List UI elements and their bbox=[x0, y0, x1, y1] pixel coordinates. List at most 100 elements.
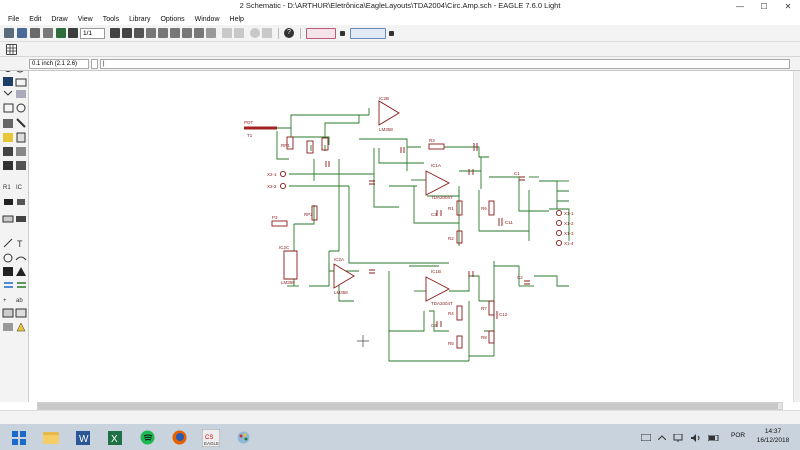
script-icon[interactable] bbox=[110, 28, 120, 38]
secondary-toolbar bbox=[0, 42, 800, 57]
connector-out-2: X1-2 bbox=[564, 221, 574, 226]
schematic-canvas[interactable]: POT T1 IC2B LM358 IC1A TDA2004T IC1B TDA… bbox=[29, 71, 793, 402]
r7-label: R7 bbox=[481, 306, 487, 311]
menu-options[interactable]: Options bbox=[155, 16, 189, 23]
r6-label: R6 bbox=[481, 206, 487, 211]
vertical-scrollbar[interactable] bbox=[793, 71, 800, 402]
group-icon bbox=[3, 119, 13, 128]
save-icon[interactable] bbox=[17, 28, 27, 38]
tool-icons: R1 IC T + ab bbox=[2, 63, 27, 332]
window-controls: — ☐ ✕ bbox=[728, 0, 800, 13]
svg-text:X: X bbox=[111, 434, 118, 445]
copy-icon bbox=[16, 90, 26, 98]
zoom-area-icon[interactable] bbox=[170, 28, 180, 38]
paste-icon bbox=[3, 133, 13, 142]
firefox-icon[interactable] bbox=[164, 427, 194, 448]
replace-icon bbox=[16, 147, 26, 156]
menu-view[interactable]: View bbox=[73, 16, 98, 23]
opamp-mid-name: IC2A bbox=[334, 257, 344, 262]
menu-tools[interactable]: Tools bbox=[98, 16, 124, 23]
command-input[interactable]: | bbox=[100, 59, 790, 69]
amp-b-label: TDA2004T bbox=[431, 301, 453, 306]
keyboard-icon[interactable] bbox=[640, 427, 652, 448]
zoom-out-icon[interactable] bbox=[158, 28, 168, 38]
opamp-top-name: IC2B bbox=[379, 96, 389, 101]
menu-file[interactable]: File bbox=[3, 16, 24, 23]
sheet-select[interactable]: 1/1 bbox=[80, 28, 105, 39]
svg-text:EAGLE: EAGLE bbox=[204, 441, 219, 446]
layer-icon bbox=[3, 77, 13, 86]
volume-icon[interactable] bbox=[690, 427, 702, 448]
chevron-down-icon[interactable] bbox=[389, 31, 394, 36]
chevron-up-icon[interactable] bbox=[656, 427, 668, 448]
horizontal-scrollbar[interactable] bbox=[37, 402, 783, 410]
explorer-icon[interactable] bbox=[36, 427, 66, 448]
board-icon[interactable] bbox=[56, 28, 66, 38]
excel-icon[interactable]: X bbox=[100, 427, 130, 448]
help-icon[interactable]: ? bbox=[284, 28, 294, 38]
undo-icon[interactable] bbox=[222, 28, 232, 38]
change-icon bbox=[16, 118, 26, 128]
menu-edit[interactable]: Edit bbox=[24, 16, 46, 23]
tool-palette: R1 IC T + ab bbox=[0, 63, 29, 402]
redraw-icon[interactable] bbox=[182, 28, 192, 38]
connector-out-4: X1-4 bbox=[564, 241, 574, 246]
eye-icon bbox=[15, 63, 25, 73]
r2-label: R2 bbox=[448, 236, 454, 241]
zoom-last-icon[interactable] bbox=[206, 28, 216, 38]
grid-icon[interactable] bbox=[6, 44, 17, 55]
print-icon[interactable] bbox=[30, 28, 40, 38]
zoom-fit-icon[interactable] bbox=[134, 28, 144, 38]
maximize-button[interactable]: ☐ bbox=[752, 0, 776, 13]
zoom-select-icon[interactable] bbox=[194, 28, 204, 38]
value-icon: IC bbox=[16, 185, 23, 191]
zoom-in-icon[interactable] bbox=[146, 28, 156, 38]
clock[interactable]: 14:37 16/12/2018 bbox=[752, 427, 794, 445]
battery-icon[interactable] bbox=[708, 427, 720, 448]
scrollbar-thumb[interactable] bbox=[38, 403, 778, 409]
amp-a-name: IC1A bbox=[431, 163, 441, 168]
paint-icon[interactable] bbox=[228, 427, 258, 448]
chevron-down-icon[interactable] bbox=[340, 31, 345, 36]
rotate-icon bbox=[16, 103, 26, 113]
close-button[interactable]: ✕ bbox=[776, 0, 800, 13]
pinswap-icon bbox=[16, 161, 26, 170]
minimize-button[interactable]: — bbox=[728, 0, 752, 13]
ltspice-icon[interactable] bbox=[350, 28, 386, 39]
c3-label: C3 bbox=[431, 212, 437, 217]
stop-icon[interactable] bbox=[250, 28, 260, 38]
designlink-icon[interactable] bbox=[306, 28, 336, 39]
menu-bar: File Edit Draw View Tools Library Option… bbox=[0, 13, 800, 25]
r3-label: R3 bbox=[429, 138, 435, 143]
start-button[interactable] bbox=[4, 427, 34, 448]
r5-label: R5 bbox=[448, 341, 454, 346]
clock-time: 14:37 bbox=[764, 428, 782, 435]
label-icon: ab bbox=[16, 298, 23, 304]
cam-icon[interactable] bbox=[43, 28, 53, 38]
eagle-icon[interactable]: CS EAGLE bbox=[196, 427, 226, 448]
menu-library[interactable]: Library bbox=[124, 16, 155, 23]
delete-icon bbox=[16, 132, 26, 143]
menu-window[interactable]: Window bbox=[190, 16, 225, 23]
ulp-icon[interactable] bbox=[122, 28, 132, 38]
schematic-drawing: POT T1 IC2B LM358 IC1A TDA2004T IC1B TDA… bbox=[244, 96, 574, 362]
word-icon[interactable]: W bbox=[68, 427, 98, 448]
r8-label: R8 bbox=[481, 335, 487, 340]
split-icon bbox=[2, 215, 14, 223]
menu-help[interactable]: Help bbox=[225, 16, 249, 23]
go-icon[interactable] bbox=[262, 28, 272, 38]
move-icon bbox=[3, 90, 13, 96]
part-labels: POT T1 IC2B LM358 IC1A TDA2004T IC1B TDA… bbox=[244, 96, 574, 346]
command-history-button[interactable] bbox=[91, 59, 98, 69]
spotify-icon[interactable] bbox=[132, 427, 162, 448]
ic-vert-label: LM358 bbox=[281, 280, 295, 285]
network-icon[interactable] bbox=[672, 427, 684, 448]
wires bbox=[259, 108, 570, 362]
language-indicator[interactable]: POR bbox=[731, 432, 745, 439]
redo-icon[interactable] bbox=[234, 28, 244, 38]
opamp-mid-label: LM358 bbox=[334, 290, 348, 295]
erc-icon bbox=[3, 323, 13, 331]
menu-draw[interactable]: Draw bbox=[46, 16, 72, 23]
sheets-icon[interactable] bbox=[68, 28, 78, 38]
open-icon[interactable] bbox=[4, 28, 14, 38]
